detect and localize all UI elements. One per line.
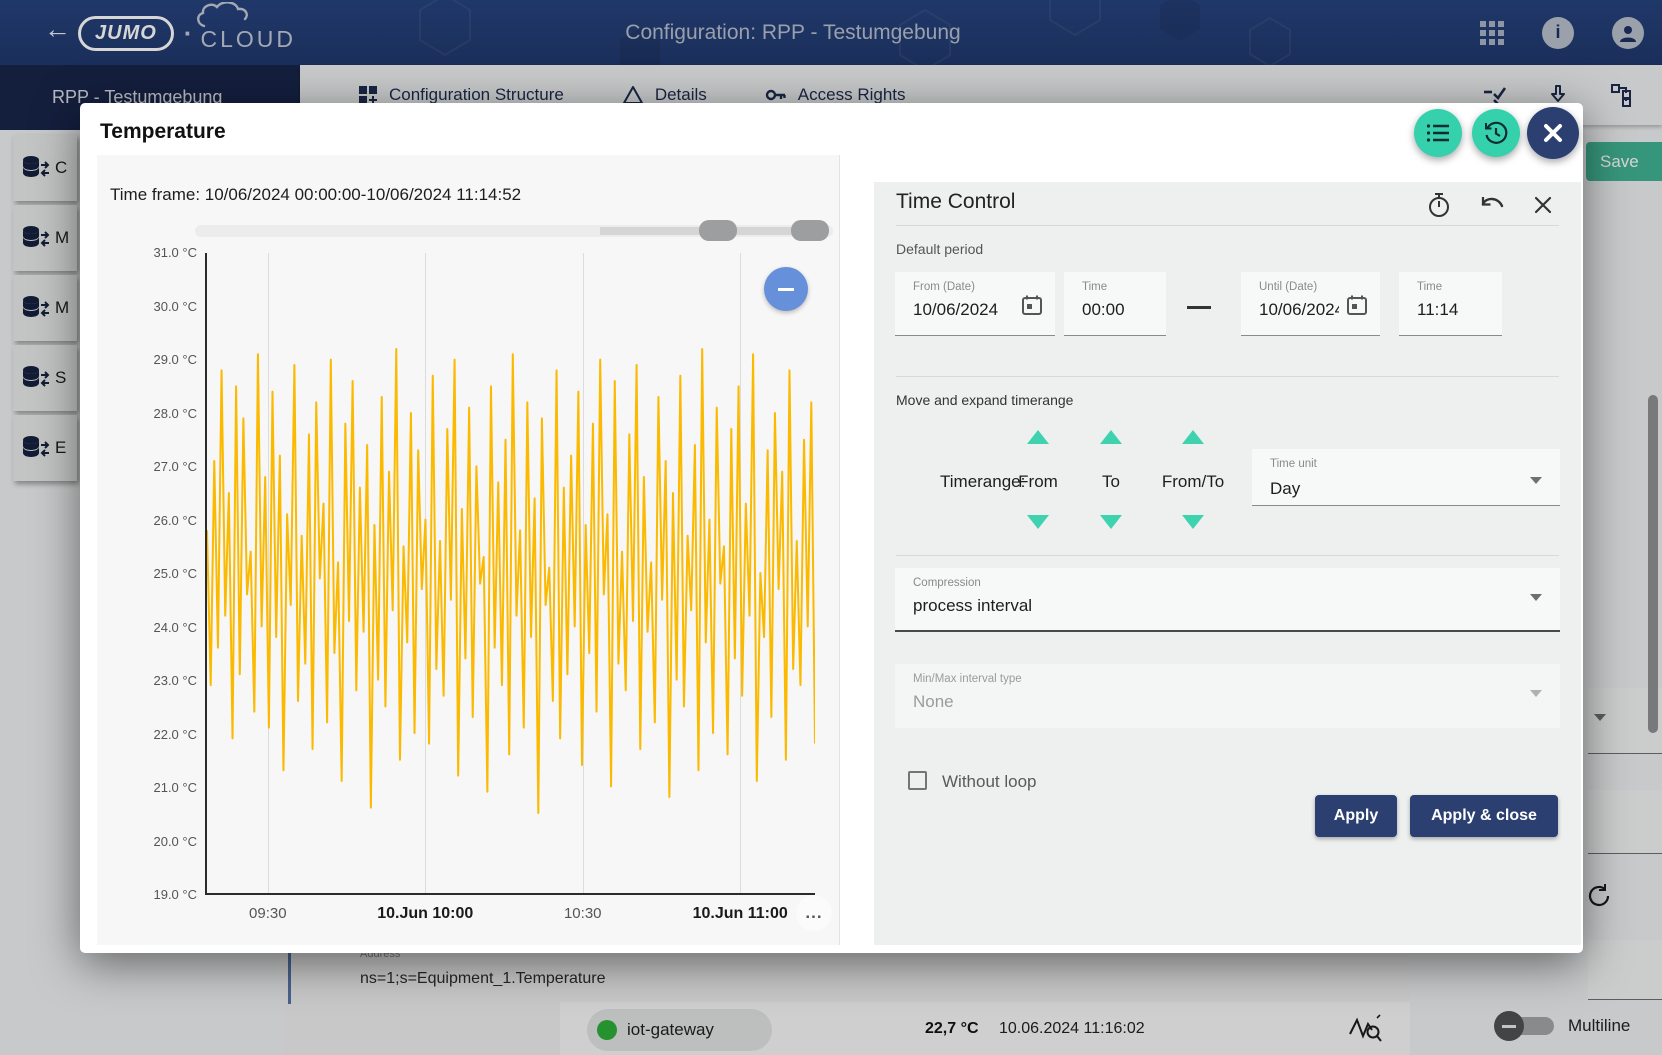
chart-panel: Time frame: 10/06/2024 00:00:00-10/06/20…	[97, 155, 840, 945]
list-icon	[1426, 123, 1450, 143]
history-clock-icon	[1483, 120, 1509, 146]
until-date-field[interactable]: Until (Date) 10/06/2024	[1241, 272, 1380, 336]
from-date-field[interactable]: From (Date) 10/06/2024	[895, 272, 1055, 336]
column-to-label: To	[1102, 472, 1120, 492]
list-view-button[interactable]	[1414, 109, 1462, 157]
compression-select[interactable]: Compression process interval	[895, 568, 1560, 632]
history-button[interactable]	[1472, 109, 1520, 157]
without-loop-checkbox[interactable]	[908, 771, 927, 790]
divider	[896, 555, 1559, 556]
timerange-label: Timerange:	[940, 472, 1025, 492]
close-icon	[1542, 122, 1564, 144]
minmax-interval-select[interactable]: Min/Max interval type None	[895, 664, 1560, 728]
x-axis-tick: 09:30	[249, 905, 287, 922]
to-up-arrow[interactable]	[1100, 430, 1122, 444]
x-axis-tick: 10.Jun 10:00	[377, 905, 473, 923]
screen: ← JUMO · CLOUD Configuration: RPP - Test…	[0, 0, 1662, 1055]
apply-close-button[interactable]: Apply & close	[1410, 795, 1558, 837]
temperature-series	[207, 349, 815, 813]
close-dialog-button[interactable]	[1527, 107, 1579, 159]
column-from-label: From	[1018, 472, 1058, 492]
stopwatch-icon[interactable]	[1427, 192, 1451, 218]
time-control-title: Time Control	[896, 190, 1015, 214]
temperature-dialog: Temperature Time frame: 10/06/2024 00:00…	[80, 103, 1583, 953]
x-axis-tick: 10:30	[564, 905, 602, 922]
y-axis-labels: 31.0 °C 30.0 °C 29.0 °C 28.0 °C 27.0 °C …	[99, 244, 197, 904]
move-expand-label: Move and expand timerange	[896, 392, 1073, 408]
calendar-icon[interactable]	[1346, 294, 1368, 321]
date-range-dash	[1187, 306, 1211, 309]
chart-context-menu-button[interactable]: ...	[796, 895, 832, 931]
x-axis-tick: 10.Jun 11:00	[693, 905, 788, 923]
fromto-up-arrow[interactable]	[1182, 430, 1204, 444]
from-up-arrow[interactable]	[1027, 430, 1049, 444]
fromto-down-arrow[interactable]	[1182, 515, 1204, 529]
chevron-down-icon	[1530, 690, 1542, 697]
from-down-arrow[interactable]	[1027, 515, 1049, 529]
chevron-down-icon	[1530, 477, 1542, 484]
undo-icon[interactable]	[1479, 194, 1505, 216]
default-period-label: Default period	[896, 241, 983, 257]
time-control-panel: Time Control Default period From (Date) …	[874, 182, 1581, 945]
calendar-icon[interactable]	[1021, 294, 1043, 321]
time-frame-label: Time frame: 10/06/2024 00:00:00-10/06/20…	[110, 185, 521, 205]
until-time-field[interactable]: Time 11:14	[1399, 272, 1502, 336]
temperature-plot[interactable]: 09:30 10.Jun 10:00 10:30 10.Jun 11:00	[205, 253, 815, 895]
slider-handle-left[interactable]	[699, 220, 737, 241]
from-time-field[interactable]: Time 00:00	[1064, 272, 1166, 336]
column-fromto-label: From/To	[1162, 472, 1224, 492]
dialog-title: Temperature	[100, 120, 226, 144]
time-unit-select[interactable]: Time unit Day	[1252, 449, 1560, 506]
slider-handle-right[interactable]	[791, 220, 829, 241]
to-down-arrow[interactable]	[1100, 515, 1122, 529]
chevron-down-icon	[1530, 594, 1542, 601]
without-loop-label: Without loop	[942, 772, 1037, 792]
apply-button[interactable]: Apply	[1315, 795, 1397, 837]
divider	[896, 376, 1559, 377]
divider	[896, 225, 1559, 226]
close-panel-icon[interactable]	[1533, 195, 1553, 215]
